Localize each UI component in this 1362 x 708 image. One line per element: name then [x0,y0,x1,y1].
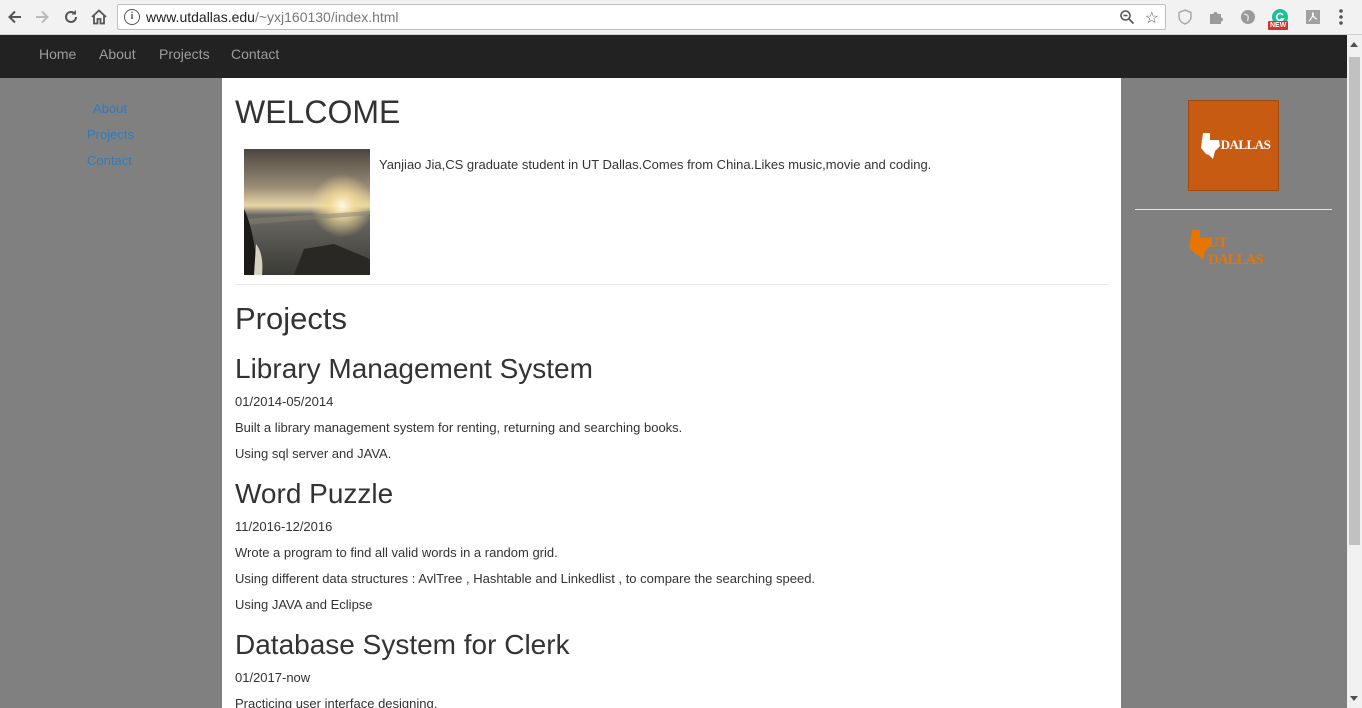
site-navbar: Home About Projects Contact [0,35,1347,78]
nav-projects[interactable]: Projects [159,46,210,62]
nav-home[interactable]: Home [39,46,76,62]
nav-about[interactable]: About [99,46,136,62]
home-icon[interactable] [89,7,109,27]
zoom-icon[interactable] [1119,9,1135,30]
sidebar-link-about[interactable]: About [93,101,127,116]
browser-menu-icon[interactable] [1338,8,1344,31]
sidebar-link-projects[interactable]: Projects [87,127,134,142]
url-text[interactable]: www.utdallas.edu/~yxj160130/index.html [146,9,399,25]
page-scrollbar[interactable] [1347,35,1362,708]
url-host: www.utdallas.edu [146,9,255,25]
info-icon[interactable]: i [124,9,140,25]
project-title: Word Puzzle [235,478,394,509]
shield-extension-icon[interactable] [1176,8,1194,26]
profile-photo [244,149,370,275]
project-title: Database System for Clerk [235,629,570,660]
right-divider [1135,209,1332,210]
intro-text: Yanjiao Jia,CS graduate student in UT Da… [379,157,932,172]
sidebar-link-contact[interactable]: Contact [87,153,132,168]
main-content: WELCOME Yanjiao Jia,CS graduate student … [222,78,1121,708]
reload-icon[interactable] [61,7,81,27]
nav-contact[interactable]: Contact [231,46,279,62]
project-date: 01/2017-now [235,670,311,685]
welcome-heading: WELCOME [235,94,401,130]
back-arrow-icon[interactable] [5,7,25,27]
project-line: Built a library management system for re… [235,420,683,435]
utd-logo-orange-box[interactable]: UT DALLAS [1188,100,1279,191]
scroll-up-arrow-icon[interactable] [1350,42,1358,47]
project-line: Using sql server and JAVA. [235,446,392,461]
projects-heading: Projects [235,301,347,336]
utd-logo-text: UT DALLAS [1201,137,1271,152]
url-path: /~yxj160130/index.html [254,9,399,25]
divider [235,284,1108,285]
globe-extension-icon[interactable] [1239,8,1257,26]
scroll-thumb[interactable] [1349,57,1360,545]
address-bar[interactable]: i www.utdallas.edu/~yxj160130/index.html… [117,4,1166,30]
browser-toolbar: i www.utdallas.edu/~yxj160130/index.html… [0,0,1362,35]
project-date: 11/2016-12/2016 [235,519,333,534]
utd-logo-small-text: UT DALLAS [1208,235,1264,268]
project-line: Practicing user interface designing. [235,696,438,708]
project-title: Library Management System [235,353,593,384]
forward-arrow-icon[interactable] [32,7,52,27]
project-line: Using different data structures : AvlTre… [235,571,816,586]
puzzle-extension-icon[interactable] [1207,8,1225,26]
project-date: 01/2014-05/2014 [235,394,334,409]
utd-logo-small[interactable]: UT DALLAS [1188,226,1281,268]
project-line: Wrote a program to find all valid words … [235,545,558,560]
scroll-down-arrow-icon[interactable] [1350,696,1358,701]
project-line: Using JAVA and Eclipse [235,597,373,612]
bookmark-star-icon[interactable]: ☆ [1145,8,1159,28]
new-badge: NEW [1268,21,1289,30]
pdf-extension-icon[interactable] [1304,8,1322,26]
